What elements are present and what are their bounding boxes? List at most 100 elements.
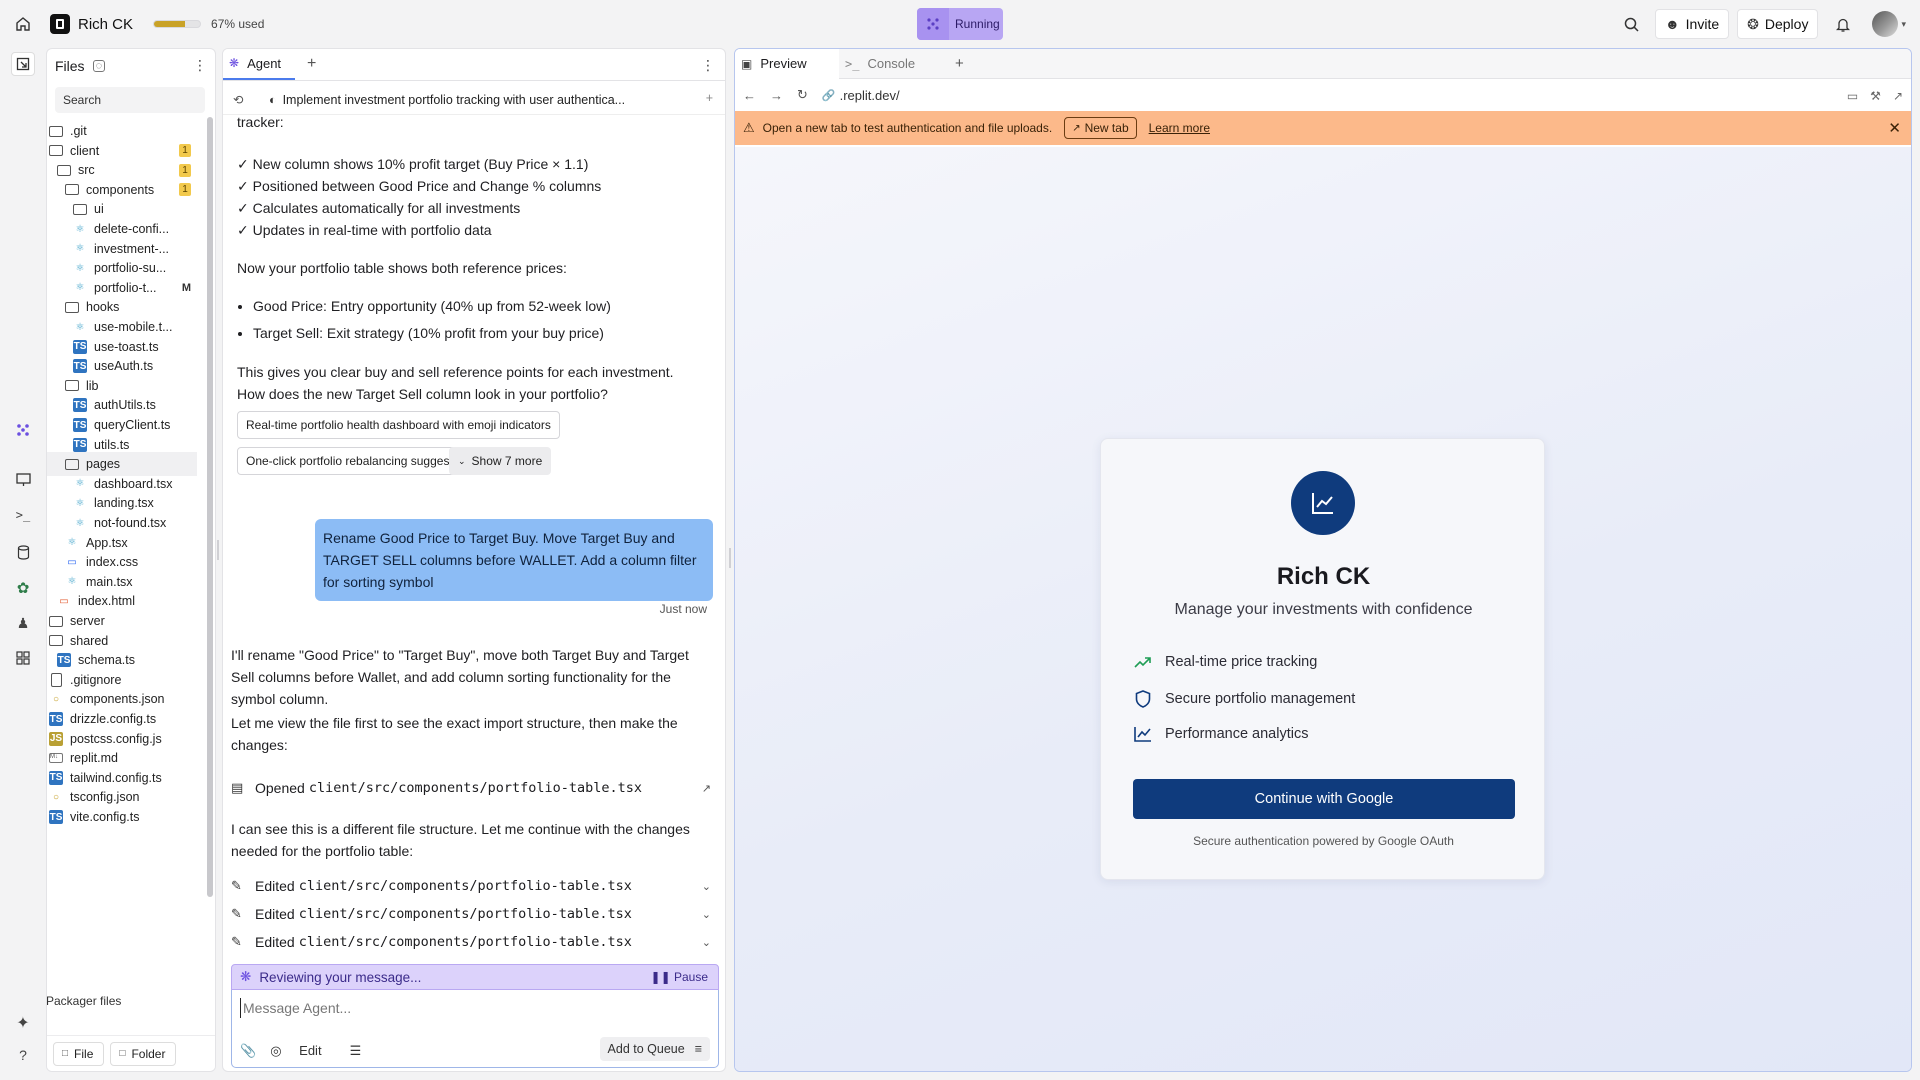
devices-icon[interactable]: ▭: [1847, 89, 1858, 103]
task-title: Implement investment portfolio tracking …: [282, 92, 626, 107]
tree-item-label: useAuth.ts: [94, 359, 154, 374]
suggestion-chip[interactable]: One-click portfolio rebalancing suggesti…: [237, 447, 484, 475]
app-name[interactable]: Rich CK: [78, 16, 133, 33]
more-options-icon[interactable]: ⋮: [193, 57, 207, 74]
help-icon[interactable]: ?: [11, 1043, 35, 1067]
open-external-icon[interactable]: ↗: [1893, 89, 1903, 103]
continue-with-google-button[interactable]: Continue with Google: [1133, 779, 1515, 819]
chevron-down-icon[interactable]: ⌄: [702, 880, 711, 893]
users-tool-icon[interactable]: ♟: [11, 611, 35, 635]
edit-mode-button[interactable]: ◎ Edit: [270, 1043, 335, 1059]
preview-tool-icon[interactable]: [11, 468, 35, 492]
edited-file-action[interactable]: ✎ Edited client/src/components/portfolio…: [231, 906, 711, 922]
new-task-icon[interactable]: +: [706, 91, 713, 105]
edited-file-action[interactable]: ✎ Edited client/src/components/portfolio…: [231, 934, 711, 950]
folder-icon: [49, 634, 63, 648]
folder-icon: [49, 124, 63, 138]
login-card: Rich CK Manage your investments with con…: [1100, 438, 1545, 880]
file-path: client/src/components/portfolio-table.ts…: [298, 934, 632, 950]
files-search-input[interactable]: Search: [55, 87, 205, 113]
deploy-button[interactable]: ❂ Deploy: [1737, 9, 1819, 39]
new-file-button[interactable]: □ File: [53, 1041, 105, 1066]
packager-files-label[interactable]: Packager files: [47, 994, 196, 1008]
url-bar: ← → ↻ 🔗 .replit.dev/ ▭ ⚒ ↗: [735, 79, 1911, 111]
line-chart-icon: [1133, 726, 1153, 742]
history-icon[interactable]: ⟲: [233, 92, 249, 107]
react-icon: ⚛: [75, 243, 85, 255]
opened-file-action[interactable]: ▤ Opened client/src/components/portfolio…: [231, 780, 711, 796]
tab-agent[interactable]: ❋ Agent: [223, 49, 296, 80]
preview-viewport: Rich CK Manage your investments with con…: [735, 147, 1911, 1071]
database-tool-icon[interactable]: [11, 540, 35, 564]
reviewing-label: Reviewing your message...: [259, 969, 422, 985]
learn-more-link[interactable]: Learn more: [1149, 121, 1210, 135]
files-scrollbar[interactable]: [207, 117, 213, 897]
tree-item-label: postcss.config.js: [70, 731, 162, 746]
home-button[interactable]: [0, 0, 46, 48]
new-folder-button[interactable]: □ Folder: [110, 1041, 177, 1066]
check-item: ✓ Positioned between Good Price and Chan…: [237, 178, 602, 194]
sparkle-icon[interactable]: ✦: [11, 1011, 35, 1035]
add-tab-button[interactable]: +: [295, 49, 328, 80]
tab-console[interactable]: >_ Console: [839, 49, 943, 79]
chevron-down-icon[interactable]: ⌄: [702, 908, 711, 921]
apps-grid-icon[interactable]: [11, 646, 35, 670]
open-external-icon: ↗: [1072, 122, 1081, 134]
add-to-queue-button[interactable]: Add to Queue ≡: [599, 1037, 710, 1061]
deploy-icon: ❂: [1747, 15, 1759, 32]
notifications-button[interactable]: [1828, 9, 1858, 39]
folder-icon: [65, 183, 79, 197]
shell-tool-icon[interactable]: >_: [11, 503, 35, 527]
chart-logo-icon: [1291, 471, 1355, 535]
folder-icon: [65, 379, 79, 393]
files-splitter[interactable]: [217, 540, 219, 560]
more-options-icon[interactable]: ⋮: [701, 57, 715, 74]
message-text: tracker:: [237, 115, 284, 130]
invite-button[interactable]: ☻ Invite: [1654, 9, 1730, 39]
run-status-button[interactable]: Running: [917, 8, 1003, 40]
show-more-button[interactable]: ⌄ Show 7 more: [449, 447, 552, 475]
file-path: client/src/components/portfolio-table.ts…: [298, 906, 632, 922]
queue-icon: ≡: [694, 1042, 702, 1056]
back-icon[interactable]: ←: [743, 88, 756, 103]
tree-item-label: tsconfig.json: [70, 790, 140, 805]
new-tab-button[interactable]: ↗ New tab: [1064, 117, 1137, 139]
files-tool-icon[interactable]: [11, 52, 35, 76]
bell-icon: [1836, 18, 1851, 32]
tab-preview[interactable]: ▣ Preview: [735, 49, 839, 79]
feature-item: Real-time price tracking: [1133, 654, 1317, 670]
chevron-down-icon[interactable]: ⌄: [702, 936, 711, 949]
tree-file[interactable]: TS vite.config.ts: [47, 805, 197, 829]
attach-icon[interactable]: 📎: [240, 1043, 256, 1059]
tree-item-label: queryClient.ts: [94, 418, 171, 432]
pause-button[interactable]: ❚❚ Pause: [651, 970, 708, 984]
tree-item-label: dashboard.tsx: [94, 476, 173, 491]
files-panel: Files ◌ ⋮ Search .git client 1 src 1 componen…: [46, 48, 216, 1072]
agent-tool-icon[interactable]: [11, 418, 35, 442]
agent-splitter[interactable]: [729, 548, 731, 568]
open-external-icon[interactable]: ↗: [702, 782, 711, 795]
add-tab-button[interactable]: +: [943, 49, 976, 80]
url-input[interactable]: .replit.dev/: [840, 88, 900, 103]
change-count-badge: 1: [179, 163, 191, 177]
message-text: How does the new Target Sell column look…: [237, 386, 608, 402]
devtools-icon[interactable]: ⚒: [1870, 89, 1881, 103]
forward-icon[interactable]: →: [770, 88, 783, 103]
reload-icon[interactable]: ↻: [797, 87, 808, 103]
task-bar[interactable]: ⟲ ◐ Implement investment portfolio track…: [223, 85, 725, 115]
folder-icon: □: [119, 1048, 126, 1059]
edited-label: Edited: [255, 934, 295, 950]
avatar[interactable]: [1872, 11, 1899, 37]
settings-sliders-icon[interactable]: ☰: [350, 1043, 362, 1059]
git-tool-icon[interactable]: ✿: [11, 576, 35, 600]
chevron-down-icon[interactable]: ▾: [1901, 19, 1906, 30]
edited-file-action[interactable]: ✎ Edited client/src/components/portfolio…: [231, 878, 711, 894]
tree-item-label: components.json: [70, 692, 165, 707]
close-icon[interactable]: ✕: [1888, 119, 1901, 137]
history-icon[interactable]: ◌: [92, 60, 106, 72]
suggestion-chip[interactable]: Real-time portfolio health dashboard wit…: [237, 411, 560, 439]
message-input[interactable]: Message Agent...: [240, 998, 351, 1018]
search-button[interactable]: [1617, 9, 1647, 39]
feature-label: Performance analytics: [1165, 726, 1309, 742]
files-footer: □ File □ Folder: [47, 1035, 215, 1071]
